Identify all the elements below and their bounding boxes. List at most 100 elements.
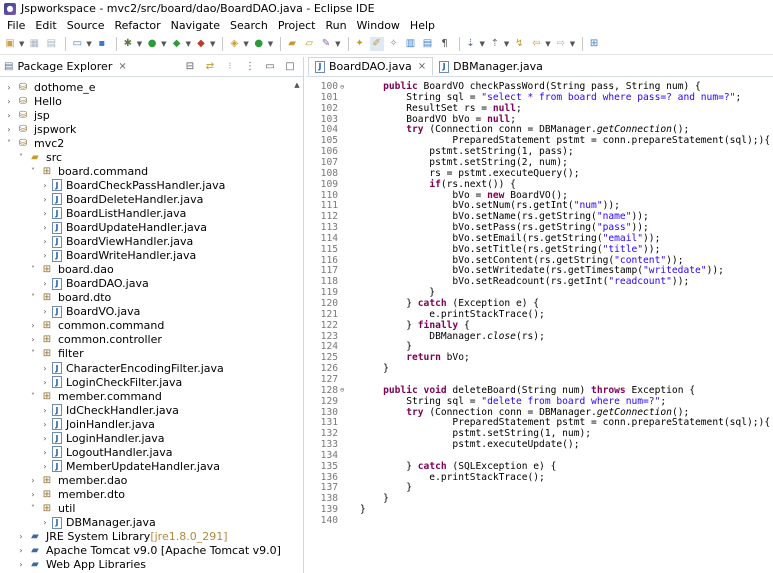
chevron-down-icon[interactable]: ˅ <box>28 167 38 176</box>
mark-occurrences-icon[interactable]: ✐ <box>369 37 384 51</box>
chevron-down-icon[interactable]: ▼ <box>86 40 91 48</box>
tree-item[interactable]: › ▰ Apache Tomcat v9.0 [Apache Tomcat v9.0… <box>0 544 290 558</box>
editor-tab-dbmanager[interactable]: J DBManager.java <box>433 57 549 76</box>
chevron-right-icon[interactable]: › <box>4 83 14 92</box>
tree-item[interactable]: › ⛁ Hello <box>0 94 290 108</box>
code-line[interactable]: 110 bVo = new BoardVO(); <box>306 190 773 201</box>
close-icon[interactable]: ⨯ <box>418 61 426 72</box>
tree-item[interactable]: › ⛁ jsp <box>0 108 290 122</box>
tree-item[interactable]: › J BoardViewHandler.java <box>0 235 290 249</box>
code-line[interactable]: 127 <box>306 374 773 385</box>
code-editor[interactable]: 100 ⊖ public BoardVO checkPassWord(String… <box>306 77 773 573</box>
chevron-down-icon[interactable]: ˅ <box>16 153 26 162</box>
open-perspective-icon[interactable]: ⊞ <box>587 37 601 51</box>
code-line[interactable]: 131 PreparedStatement pstmt = conn.prepa… <box>306 417 773 428</box>
code-line[interactable]: 112 bVo.setName(rs.getString("name")); <box>306 211 773 222</box>
code-line[interactable]: 134 <box>306 450 773 461</box>
code-line[interactable]: 104 try (Connection conn = DBManager.get… <box>306 124 773 135</box>
open-console-icon[interactable]: ▭ <box>70 37 84 51</box>
tree-item[interactable]: › ▰ Web App Libraries <box>0 558 290 572</box>
chevron-down-icon[interactable]: ▼ <box>480 40 485 48</box>
word-wrap-icon[interactable]: ▤ <box>421 37 435 51</box>
code-line[interactable]: 107 pstmt.setString(2, num); <box>306 157 773 168</box>
code-line[interactable]: 109 if(rs.next()) { <box>306 179 773 190</box>
chevron-right-icon[interactable]: › <box>40 518 50 527</box>
code-line[interactable]: 125 return bVo; <box>306 352 773 363</box>
link-with-editor-icon[interactable]: ⇄ <box>203 60 217 74</box>
chevron-down-icon[interactable]: ˅ <box>28 504 38 513</box>
tree-item[interactable]: ˅ ⊞ board.dto <box>0 291 290 305</box>
chevron-right-icon[interactable]: › <box>40 237 50 246</box>
code-line[interactable]: 139} <box>306 504 773 515</box>
tree-item[interactable]: ˅ ▰ src <box>0 150 290 164</box>
code-line[interactable]: 100 ⊖ public BoardVO checkPassWord(String… <box>306 81 773 92</box>
tree-item[interactable]: › J LoginCheckFilter.java <box>0 375 290 389</box>
fold-icon[interactable]: ⊖ <box>340 386 348 394</box>
tree-item[interactable]: › ⊞ member.dao <box>0 473 290 487</box>
view-menu-icon[interactable]: ⋮ <box>243 60 257 74</box>
package-explorer-tab[interactable]: ▤ Package Explorer ⨯ ⊟ ⇄ ⁝ ⋮ ▭ □ <box>0 57 303 77</box>
code-line[interactable]: 140 <box>306 515 773 526</box>
code-line[interactable]: 123 DBManager.close(rs); <box>306 331 773 342</box>
menu-search[interactable]: Search <box>225 19 273 32</box>
tree-item[interactable]: › J BoardDAO.java <box>0 277 290 291</box>
chevron-right-icon[interactable]: › <box>40 181 50 190</box>
chevron-right-icon[interactable]: › <box>40 195 50 204</box>
chevron-right-icon[interactable]: › <box>40 364 50 373</box>
code-line[interactable]: 126 } <box>306 363 773 374</box>
tree-item[interactable]: › J MemberUpdateHandler.java <box>0 459 290 473</box>
menu-run[interactable]: Run <box>320 19 351 32</box>
code-line[interactable]: 128 ⊖ public void deleteBoard(String num)… <box>306 385 773 396</box>
menu-edit[interactable]: Edit <box>30 19 61 32</box>
chevron-right-icon[interactable]: › <box>40 251 50 260</box>
editor-tab-boarddao[interactable]: J BoardDAO.java ⨯ <box>308 57 434 76</box>
chevron-down-icon[interactable]: ˅ <box>4 139 14 148</box>
menu-project[interactable]: Project <box>273 19 321 32</box>
tree-item[interactable]: ˅ ⊞ member.command <box>0 389 290 403</box>
block-selection-icon[interactable]: ▥ <box>404 37 418 51</box>
code-line[interactable]: 129 String sql = "delete from board wher… <box>306 396 773 407</box>
menu-help[interactable]: Help <box>405 19 440 32</box>
chevron-right-icon[interactable]: › <box>40 434 50 443</box>
tree-item[interactable]: › ⊞ member.dto <box>0 487 290 501</box>
chevron-right-icon[interactable]: › <box>40 420 50 429</box>
save-icon[interactable]: ▦ <box>27 37 41 51</box>
debug-icon[interactable]: ✱ <box>121 37 135 51</box>
tree-scrollbar[interactable]: ▲ <box>293 81 301 571</box>
chevron-right-icon[interactable]: › <box>4 125 14 134</box>
code-line[interactable]: 122 } finally { <box>306 320 773 331</box>
chevron-right-icon[interactable]: › <box>28 476 38 485</box>
chevron-down-icon[interactable]: ˅ <box>28 349 38 358</box>
chevron-down-icon[interactable]: ▼ <box>161 40 166 48</box>
chevron-down-icon[interactable]: ▼ <box>137 40 142 48</box>
fold-icon[interactable]: ⊖ <box>340 83 348 91</box>
chevron-down-icon[interactable]: ▼ <box>186 40 191 48</box>
code-line[interactable]: 137 } <box>306 482 773 493</box>
tree-item[interactable]: › ⊞ common.controller <box>0 333 290 347</box>
chevron-right-icon[interactable]: › <box>40 462 50 471</box>
code-line[interactable]: 102 ResultSet rs = null; <box>306 103 773 114</box>
code-line[interactable]: 132 pstmt.setString(1, num); <box>306 428 773 439</box>
chevron-down-icon[interactable]: ▼ <box>335 40 340 48</box>
tree-item[interactable]: › J DBManager.java <box>0 516 290 530</box>
open-folder-icon[interactable]: ▱ <box>302 37 316 51</box>
code-line[interactable]: 116 bVo.setContent(rs.getString("content… <box>306 255 773 266</box>
new-java-project-icon[interactable]: ◈ <box>227 37 241 51</box>
minimize-icon[interactable]: ▭ <box>263 60 277 74</box>
chevron-right-icon[interactable]: › <box>40 378 50 387</box>
chevron-right-icon[interactable]: › <box>40 223 50 232</box>
chevron-down-icon[interactable]: ▼ <box>504 40 509 48</box>
external-tools-icon[interactable]: ◆ <box>194 37 208 51</box>
new-class-icon[interactable]: ● <box>252 37 266 51</box>
toggle-breadcrumb-icon[interactable]: ✧ <box>387 37 401 51</box>
code-line[interactable]: 138 } <box>306 493 773 504</box>
code-line[interactable]: 118 bVo.setReadcount(rs.getInt("readcoun… <box>306 276 773 287</box>
previous-annotation-icon[interactable]: ⇡ <box>488 37 502 51</box>
chevron-right-icon[interactable]: › <box>40 406 50 415</box>
pencil-icon[interactable]: ✎ <box>319 37 333 51</box>
code-line[interactable]: 119 } <box>306 287 773 298</box>
maximize-icon[interactable]: □ <box>283 60 297 74</box>
tree-item[interactable]: › ▰ JRE System Library [jre1.8.0_291] <box>0 530 290 544</box>
chevron-down-icon[interactable]: ▼ <box>545 40 550 48</box>
next-annotation-icon[interactable]: ⇣ <box>464 37 478 51</box>
